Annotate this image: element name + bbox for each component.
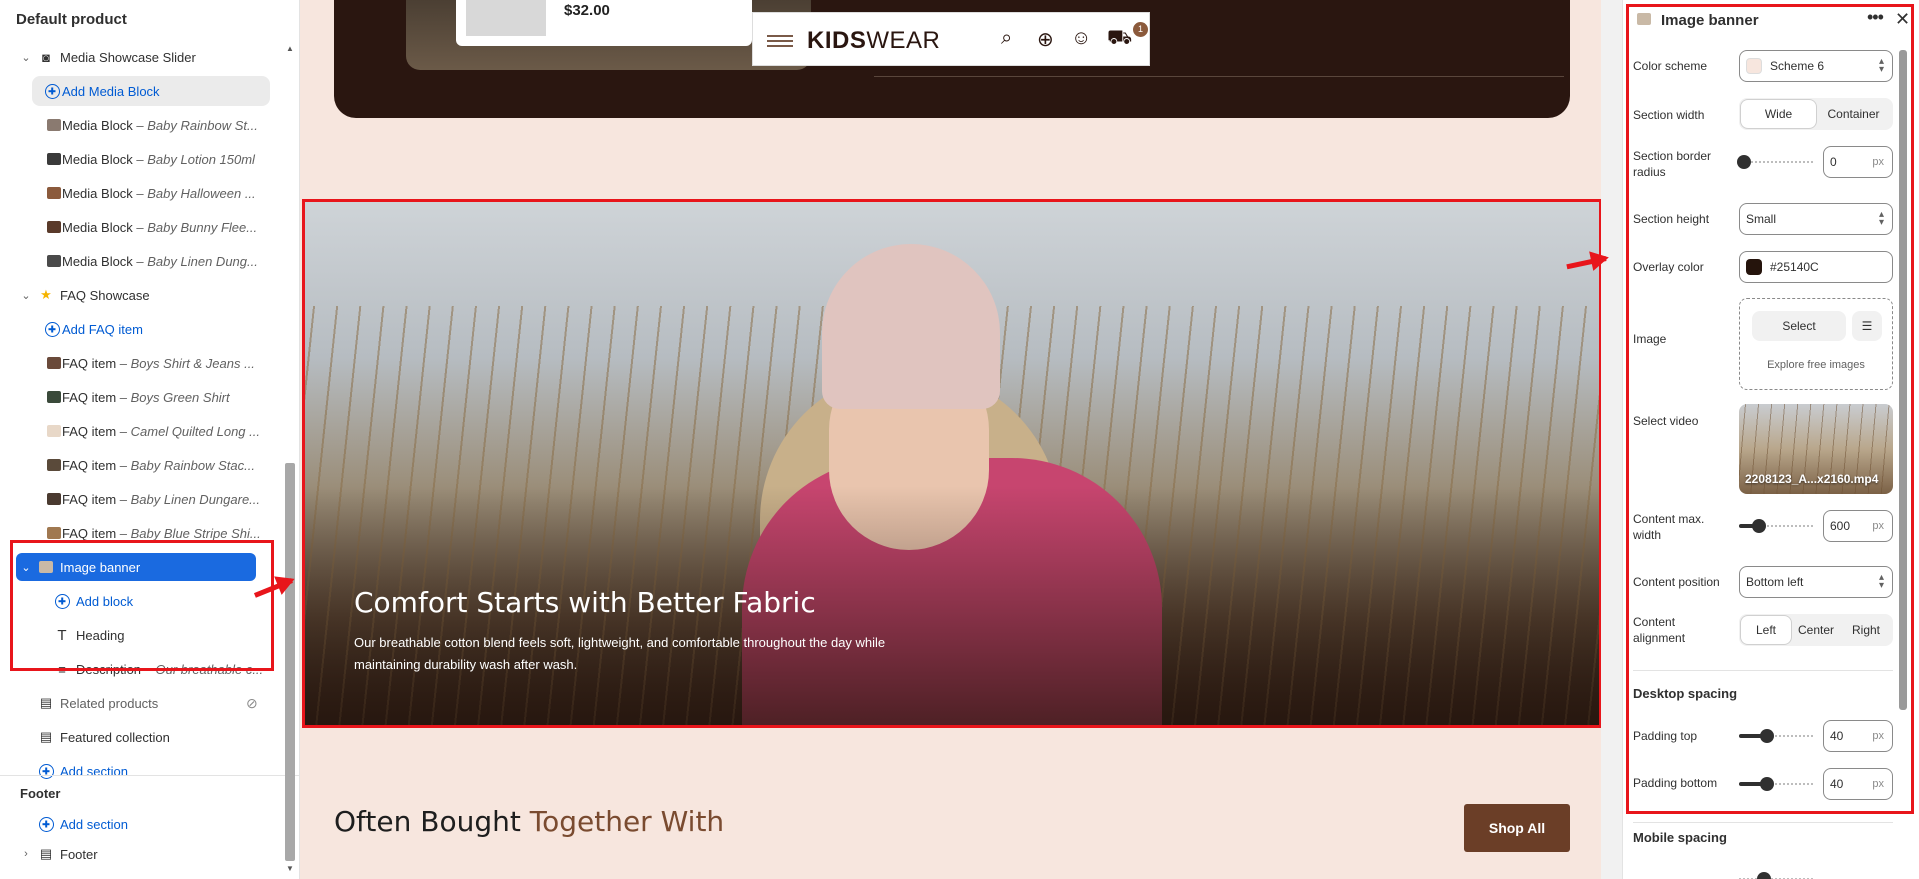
tree-item-media-block[interactable]: Media Block – Baby Linen Dung...	[0, 244, 286, 278]
tree-item-media-block[interactable]: Media Block – Baby Lotion 150ml	[0, 142, 286, 176]
globe-icon[interactable]: ⊕	[1037, 27, 1054, 52]
add-faq-item-button[interactable]: Add FAQ item	[0, 312, 286, 346]
highlight-box	[1626, 4, 1914, 814]
settings-panel: Image banner ••• ✕ Color scheme Scheme 6…	[1622, 0, 1919, 879]
tree-item-media-block[interactable]: Media Block – Baby Rainbow St...	[0, 108, 286, 142]
sections-sidebar: Default product ⌄ ◙ Media Showcase Slide…	[0, 0, 300, 879]
menu-icon[interactable]	[767, 35, 793, 50]
tree-item-faq-showcase[interactable]: ⌄ ★ FAQ Showcase	[0, 278, 286, 312]
section-layout-icon: ▤	[39, 729, 53, 744]
shop-all-button[interactable]: Shop All	[1464, 804, 1570, 852]
media-thumbnail-icon	[46, 253, 62, 269]
divider-line	[874, 76, 1564, 77]
eye-slash-icon[interactable]: ⊘	[246, 695, 258, 712]
faq-thumbnail-icon	[46, 525, 62, 541]
mobile-spacing-heading: Mobile spacing	[1633, 830, 1727, 845]
media-thumbnail-icon	[46, 117, 62, 133]
tree-item-faq-item[interactable]: FAQ item – Camel Quilted Long ...	[0, 414, 286, 448]
store-header: KIDSWEAR ⌕ ⊕ ☺ ⛟ 1	[752, 12, 1150, 66]
section-heading: Often Bought Together With	[334, 805, 725, 838]
media-thumbnail-icon	[46, 151, 62, 167]
plus-circle-icon	[44, 321, 60, 337]
preview-canvas: $32.00 KIDSWEAR ⌕ ⊕ ☺ ⛟ 1 Comfort Starts…	[300, 0, 1602, 879]
slider-knob[interactable]	[1757, 872, 1771, 879]
divider	[1633, 822, 1893, 823]
faq-thumbnail-icon	[46, 389, 62, 405]
sidebar-scrollbar[interactable]	[285, 463, 295, 861]
section-layout-icon: ▤	[39, 846, 53, 861]
faq-thumbnail-icon	[46, 355, 62, 371]
product-image	[466, 0, 546, 36]
faq-thumbnail-icon	[46, 491, 62, 507]
account-icon[interactable]: ☺	[1071, 27, 1091, 50]
footer-group-title: Footer	[20, 786, 61, 801]
tree-item-faq-item[interactable]: FAQ item – Baby Linen Dungare...	[0, 482, 286, 516]
plus-circle-icon	[38, 816, 54, 832]
media-thumbnail-icon	[46, 219, 62, 235]
panel-scrollbar[interactable]	[1899, 50, 1907, 710]
plus-circle-icon	[38, 763, 54, 779]
scroll-down-arrow[interactable]: ▼	[286, 864, 294, 873]
add-section-button[interactable]: Add section	[0, 754, 286, 788]
highlight-box	[10, 540, 274, 671]
faq-thumbnail-icon	[46, 457, 62, 473]
product-card[interactable]: $32.00	[456, 0, 752, 46]
add-media-block-button[interactable]: Add Media Block	[0, 74, 286, 108]
mobile-padding-slider[interactable]	[1739, 872, 1815, 879]
binoculars-icon[interactable]: ⌕	[1001, 27, 1012, 50]
media-thumbnail-icon	[46, 185, 62, 201]
tree-item-media-block[interactable]: Media Block – Baby Bunny Flee...	[0, 210, 286, 244]
tree-item-footer[interactable]: › ▤ Footer	[0, 837, 286, 871]
chevron-down-icon[interactable]: ⌄	[20, 289, 32, 302]
scroll-up-arrow[interactable]: ▲	[286, 44, 294, 53]
canvas-scrollbar-track	[1601, 0, 1602, 879]
section-layout-icon: ▤	[39, 695, 53, 710]
tree-item-faq-item[interactable]: FAQ item – Boys Shirt & Jeans ...	[0, 346, 286, 380]
tree-item-media-showcase-slider[interactable]: ⌄ ◙ Media Showcase Slider	[0, 40, 286, 74]
cart-count-badge: 1	[1133, 22, 1148, 37]
tree-item-faq-item[interactable]: FAQ item – Boys Green Shirt	[0, 380, 286, 414]
tree-item-featured-collection[interactable]: ▤ Featured collection	[0, 720, 286, 754]
slider-section-icon: ◙	[42, 49, 50, 65]
highlight-box	[302, 199, 1602, 728]
tree-item-faq-item[interactable]: FAQ item – Baby Rainbow Stac...	[0, 448, 286, 482]
product-price: $32.00	[564, 2, 610, 19]
cart-icon[interactable]: ⛟	[1107, 27, 1132, 52]
footer-add-section-button[interactable]: Add section	[0, 807, 286, 841]
section-tree: ⌄ ◙ Media Showcase Slider Add Media Bloc…	[0, 40, 286, 788]
faq-thumbnail-icon	[46, 423, 62, 439]
tree-item-related-products[interactable]: ▤ Related products ⊘	[0, 686, 286, 720]
divider	[0, 775, 299, 776]
store-logo[interactable]: KIDSWEAR	[807, 27, 940, 55]
plus-circle-icon	[44, 83, 60, 99]
tree-item-media-block[interactable]: Media Block – Baby Halloween ...	[0, 176, 286, 210]
chevron-down-icon[interactable]: ⌄	[20, 51, 32, 64]
sidebar-title: Default product	[16, 11, 127, 28]
chevron-right-icon[interactable]: ›	[20, 848, 32, 860]
star-icon: ★	[40, 287, 52, 302]
